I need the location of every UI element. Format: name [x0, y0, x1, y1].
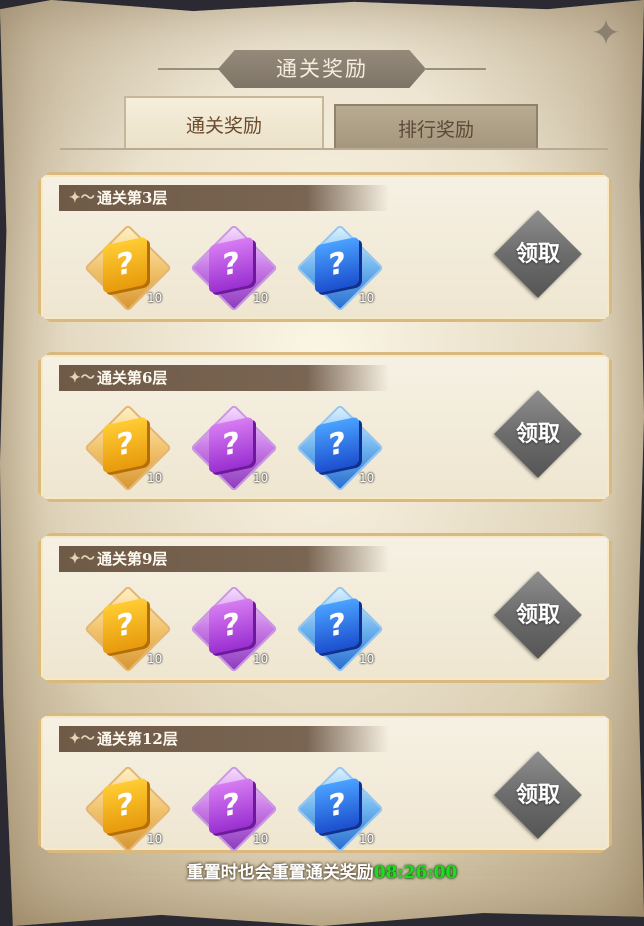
item-quantity: 10 [147, 832, 163, 846]
item-quantity: 10 [253, 832, 269, 846]
claim-button[interactable]: 领取 [493, 209, 583, 299]
reward-item-purple[interactable]: ? 10 [190, 765, 278, 853]
floor-label: 通关第12层 [97, 730, 178, 748]
mystery-card-icon: ? [209, 777, 253, 835]
mystery-card-icon: ? [103, 777, 147, 835]
reward-card: ✦〜 通关第9层 ? 10 ? 10 ? 10 领取 [38, 533, 612, 683]
mystery-card-icon: ? [209, 236, 253, 294]
tab-divider [60, 148, 608, 150]
floor-banner: ✦〜 通关第12层 [59, 726, 389, 752]
reward-item-blue[interactable]: ? 10 [296, 585, 384, 673]
item-quantity: 10 [359, 832, 375, 846]
item-quantity: 10 [253, 471, 269, 485]
reward-item-blue[interactable]: ? 10 [296, 224, 384, 312]
reward-item-blue[interactable]: ? 10 [296, 765, 384, 853]
claim-button-label: 领取 [515, 241, 560, 267]
mystery-card-icon: ? [103, 416, 147, 474]
mystery-card-icon: ? [103, 597, 147, 655]
claim-button[interactable]: 领取 [493, 570, 583, 660]
item-quantity: 10 [147, 652, 163, 666]
reset-text: 重置时也会重置通关奖励 [186, 863, 374, 883]
item-quantity: 10 [147, 471, 163, 485]
reward-item-gold[interactable]: ? 10 [84, 585, 172, 673]
flourish-icon: ✦〜 [69, 731, 95, 747]
claim-button[interactable]: 领取 [493, 750, 583, 840]
compass-star-icon: ✦ [590, 13, 622, 54]
item-quantity: 10 [359, 291, 375, 305]
reward-card: ✦〜 通关第6层 ? 10 ? 10 ? 10 领取 [38, 352, 612, 502]
mystery-card-icon: ? [315, 597, 359, 655]
reward-item-gold[interactable]: ? 10 [84, 224, 172, 312]
mystery-card-icon: ? [209, 597, 253, 655]
mystery-card-icon: ? [315, 236, 359, 294]
floor-label: 通关第6层 [97, 369, 168, 387]
tab-ranking-rewards[interactable]: 排行奖励 [334, 104, 538, 150]
floor-banner: ✦〜 通关第3层 [59, 185, 389, 211]
reward-item-gold[interactable]: ? 10 [84, 404, 172, 492]
floor-label: 通关第3层 [97, 189, 168, 207]
reward-item-blue[interactable]: ? 10 [296, 404, 384, 492]
item-quantity: 10 [253, 652, 269, 666]
flourish-icon: ✦〜 [69, 190, 95, 206]
claim-button[interactable]: 领取 [493, 389, 583, 479]
item-quantity: 10 [359, 471, 375, 485]
mystery-card-icon: ? [315, 777, 359, 835]
claim-button-label: 领取 [515, 602, 560, 628]
tab-clear-rewards[interactable]: 通关奖励 [124, 96, 324, 150]
title-divider-left [158, 68, 220, 70]
item-quantity: 10 [253, 291, 269, 305]
reward-item-purple[interactable]: ? 10 [190, 585, 278, 673]
item-quantity: 10 [147, 291, 163, 305]
floor-label: 通关第9层 [97, 550, 168, 568]
floor-banner: ✦〜 通关第9层 [59, 546, 389, 572]
reward-item-purple[interactable]: ? 10 [190, 404, 278, 492]
mystery-card-icon: ? [209, 416, 253, 474]
claim-button-label: 领取 [515, 782, 560, 808]
floor-banner: ✦〜 通关第6层 [59, 365, 389, 391]
page-title: 通关奖励 [218, 50, 426, 88]
title-divider-right [424, 68, 486, 70]
reset-timer: 08:26:00 [373, 863, 458, 883]
mystery-card-icon: ? [315, 416, 359, 474]
claim-button-label: 领取 [515, 421, 560, 447]
flourish-icon: ✦〜 [69, 551, 95, 567]
mystery-card-icon: ? [103, 236, 147, 294]
reward-item-purple[interactable]: ? 10 [190, 224, 278, 312]
flourish-icon: ✦〜 [69, 370, 95, 386]
item-quantity: 10 [359, 652, 375, 666]
reset-notice: 重置时也会重置通关奖励08:26:00 [0, 858, 644, 883]
reward-item-gold[interactable]: ? 10 [84, 765, 172, 853]
reward-card: ✦〜 通关第3层 ? 10 ? 10 ? 10 领取 [38, 172, 612, 322]
reward-card: ✦〜 通关第12层 ? 10 ? 10 ? 10 领取 [38, 713, 612, 853]
